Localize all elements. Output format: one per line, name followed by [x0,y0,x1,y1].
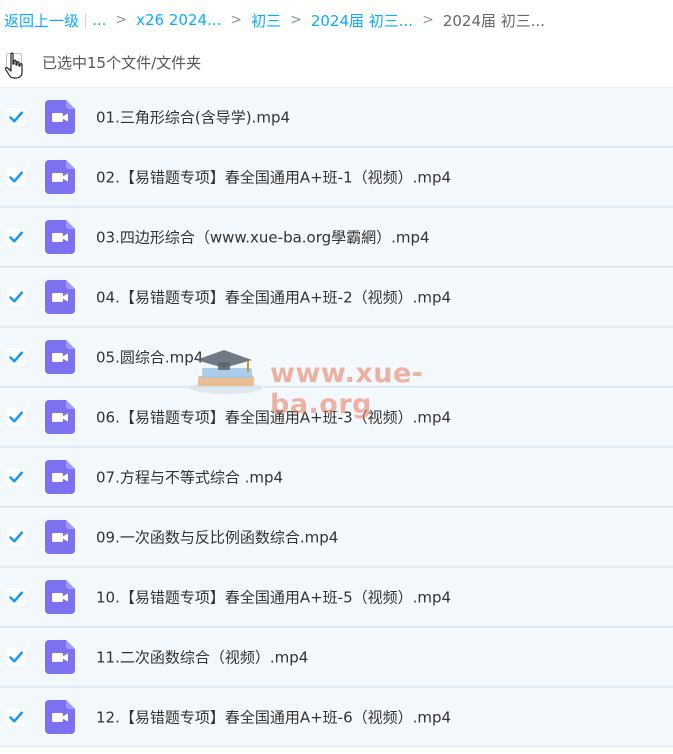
file-name[interactable]: 11.二次函数综合（视频）.mp4 [96,647,308,668]
video-file-icon [45,100,75,134]
back-link[interactable]: 返回上一级 [4,10,79,31]
file-name[interactable]: 03.四边形综合（www.xue-ba.org學霸網）.mp4 [96,227,430,248]
checkmark-icon [9,531,24,543]
file-row[interactable]: 11.二次函数综合（视频）.mp4 [0,627,673,687]
checkmark-icon [9,291,24,303]
selection-count-label: 已选中15个文件/文件夹 [42,54,202,72]
video-file-icon [45,160,75,194]
checkmark-icon [9,231,24,243]
file-name[interactable]: 02.【易错题专项】春全国通用A+班-1（视频）.mp4 [96,167,451,188]
video-file-icon [45,640,75,674]
file-name[interactable]: 12.【易错题专项】春全国通用A+班-6（视频）.mp4 [96,707,451,728]
row-checkbox[interactable] [7,288,25,306]
file-row[interactable]: 03.四边形综合（www.xue-ba.org學霸網）.mp4 [0,207,673,267]
row-checkbox[interactable] [7,528,25,546]
breadcrumb-separator: > [115,12,128,28]
video-file-icon [45,700,75,734]
breadcrumb-current: 2024届 初三... [442,11,546,30]
file-name[interactable]: 04.【易错题专项】春全国通用A+班-2（视频）.mp4 [96,287,451,308]
checkmark-icon [9,111,24,123]
breadcrumb-separator: > [422,12,434,28]
file-row[interactable]: 04.【易错题专项】春全国通用A+班-2（视频）.mp4 [0,267,673,327]
file-name[interactable]: 09.一次函数与反比例函数综合.mp4 [96,527,338,548]
video-file-icon [45,400,75,434]
row-checkbox[interactable] [7,348,25,366]
file-name[interactable]: 05.圆综合.mp4 [96,347,203,368]
breadcrumb: 返回上一级 | ... > x26 2024... > 初三 > 2024届 初… [4,0,673,40]
file-name[interactable]: 01.三角形综合(含导学).mp4 [96,107,290,128]
row-checkbox[interactable] [7,168,25,186]
video-file-icon [45,340,75,374]
checkmark-icon [9,711,24,723]
checkmark-icon [9,351,24,363]
breadcrumb-ellipsis[interactable]: ... [92,11,106,29]
video-file-icon [45,580,75,614]
breadcrumb-item[interactable]: x26 2024... [136,11,221,29]
row-checkbox[interactable] [7,708,25,726]
row-checkbox[interactable] [7,588,25,606]
video-file-icon [45,460,75,494]
breadcrumb-item[interactable]: 初三 [251,10,281,31]
row-checkbox[interactable] [7,648,25,666]
video-file-icon [45,220,75,254]
file-row[interactable]: 09.一次函数与反比例函数综合.mp4 [0,507,673,567]
checkmark-icon [9,651,24,663]
video-file-icon [45,520,75,554]
file-list: 01.三角形综合(含导学).mp4 02.【易错题专项】春全国通用A+班-1（视频… [0,87,673,747]
row-checkbox[interactable] [7,108,25,126]
file-name[interactable]: 06.【易错题专项】春全国通用A+班-3（视频）.mp4 [96,407,451,428]
breadcrumb-separator: > [230,12,243,28]
hand-cursor-icon [4,52,23,79]
file-row[interactable]: 05.圆综合.mp4 [0,327,673,387]
file-row[interactable]: 01.三角形综合(含导学).mp4 [0,87,673,147]
file-row[interactable]: 12.【易错题专项】春全国通用A+班-6（视频）.mp4 [0,687,673,747]
file-row[interactable]: 07.方程与不等式综合 .mp4 [0,447,673,507]
video-file-icon [45,280,75,314]
checkmark-icon [9,171,24,183]
row-checkbox[interactable] [7,468,25,486]
checkmark-icon [9,411,24,423]
breadcrumb-separator: > [290,12,302,28]
file-row[interactable]: 10.【易错题专项】春全国通用A+班-5（视频）.mp4 [0,567,673,627]
file-row[interactable]: 02.【易错题专项】春全国通用A+班-1（视频）.mp4 [0,147,673,207]
row-checkbox[interactable] [7,408,25,426]
breadcrumb-divider: | [83,11,89,29]
checkmark-icon [9,591,24,603]
checkmark-icon [9,471,24,483]
breadcrumb-item[interactable]: 2024届 初三... [311,10,413,31]
file-name[interactable]: 07.方程与不等式综合 .mp4 [96,467,283,488]
file-name[interactable]: 10.【易错题专项】春全国通用A+班-5（视频）.mp4 [96,587,451,608]
file-row[interactable]: 06.【易错题专项】春全国通用A+班-3（视频）.mp4 [0,387,673,447]
row-checkbox[interactable] [7,228,25,246]
